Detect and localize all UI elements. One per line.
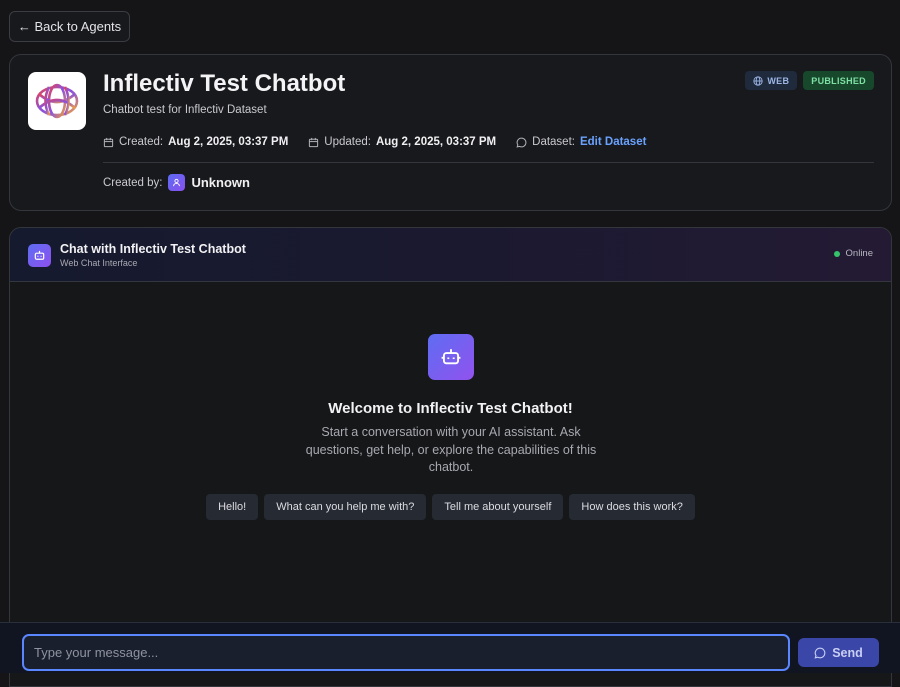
welcome-title: Welcome to Inflectiv Test Chatbot! bbox=[328, 400, 573, 417]
message-composer: Send bbox=[0, 622, 900, 673]
agent-logo bbox=[28, 72, 86, 130]
creator-avatar bbox=[168, 174, 186, 191]
suggestion-chip[interactable]: Hello! bbox=[206, 494, 259, 520]
welcome-bot-badge bbox=[428, 334, 474, 380]
agent-description: Chatbot test for Inflectiv Dataset bbox=[103, 104, 267, 116]
chat-panel: Chat with Inflectiv Test Chatbot Web Cha… bbox=[9, 227, 892, 687]
published-badge-label: PUBLISHED bbox=[811, 75, 866, 86]
send-button[interactable]: Send bbox=[798, 638, 879, 667]
message-circle-icon bbox=[516, 137, 527, 148]
web-badge: WEB bbox=[745, 71, 798, 90]
suggestion-chips: Hello! What can you help me with? Tell m… bbox=[10, 494, 891, 520]
online-label: Online bbox=[845, 248, 873, 259]
creator-name: Unknown bbox=[191, 175, 250, 190]
created-by-label: Created by: bbox=[103, 176, 163, 189]
created-value: Aug 2, 2025, 03:37 PM bbox=[168, 136, 289, 148]
online-status: Online bbox=[833, 248, 873, 259]
updated-meta: Updated: Aug 2, 2025, 03:37 PM bbox=[308, 136, 496, 148]
globe-icon bbox=[753, 75, 763, 86]
bot-icon bbox=[34, 250, 45, 260]
chat-bot-badge bbox=[28, 244, 51, 267]
suggestion-chip[interactable]: How does this work? bbox=[569, 494, 695, 520]
updated-value: Aug 2, 2025, 03:37 PM bbox=[375, 136, 497, 148]
bot-icon bbox=[441, 349, 461, 365]
dataset-meta: Dataset: Edit Dataset bbox=[516, 136, 646, 148]
agent-info-card: Inflectiv Test Chatbot Chatbot test for … bbox=[9, 54, 892, 211]
back-to-agents-button[interactable]: ← Back to Agents bbox=[9, 11, 130, 42]
welcome-text: Start a conversation with your AI assist… bbox=[305, 425, 597, 474]
inflectiv-logo-icon bbox=[35, 83, 79, 119]
user-icon bbox=[173, 178, 181, 187]
created-label: Created: bbox=[119, 136, 164, 148]
message-circle-icon bbox=[814, 647, 826, 659]
back-button-label: ← Back to Agents bbox=[17, 19, 122, 34]
created-meta: Created: Aug 2, 2025, 03:37 PM bbox=[103, 136, 288, 148]
chat-subtitle: Web Chat Interface bbox=[60, 258, 138, 268]
web-badge-label: WEB bbox=[767, 75, 790, 86]
send-button-label: Send bbox=[832, 645, 863, 660]
created-by-row: Created by: Unknown bbox=[103, 174, 250, 191]
calendar-icon bbox=[309, 137, 319, 147]
agent-title: Inflectiv Test Chatbot bbox=[103, 70, 346, 97]
card-divider bbox=[103, 162, 874, 163]
calendar-icon bbox=[103, 137, 114, 147]
suggestion-chip[interactable]: What can you help me with? bbox=[264, 494, 427, 520]
suggestion-chip[interactable]: Tell me about yourself bbox=[432, 494, 564, 520]
chat-header: Chat with Inflectiv Test Chatbot Web Cha… bbox=[10, 228, 891, 282]
chat-title: Chat with Inflectiv Test Chatbot bbox=[60, 242, 246, 256]
published-badge: PUBLISHED bbox=[803, 71, 874, 90]
message-input[interactable] bbox=[22, 634, 790, 671]
agent-badges: WEB PUBLISHED bbox=[745, 71, 874, 90]
agent-meta-row: Created: Aug 2, 2025, 03:37 PM Updated: … bbox=[103, 136, 666, 148]
dataset-label: Dataset: bbox=[532, 136, 575, 148]
online-dot-icon bbox=[833, 250, 840, 257]
edit-dataset-link[interactable]: Edit Dataset bbox=[580, 136, 646, 148]
updated-label: Updated: bbox=[324, 136, 371, 148]
